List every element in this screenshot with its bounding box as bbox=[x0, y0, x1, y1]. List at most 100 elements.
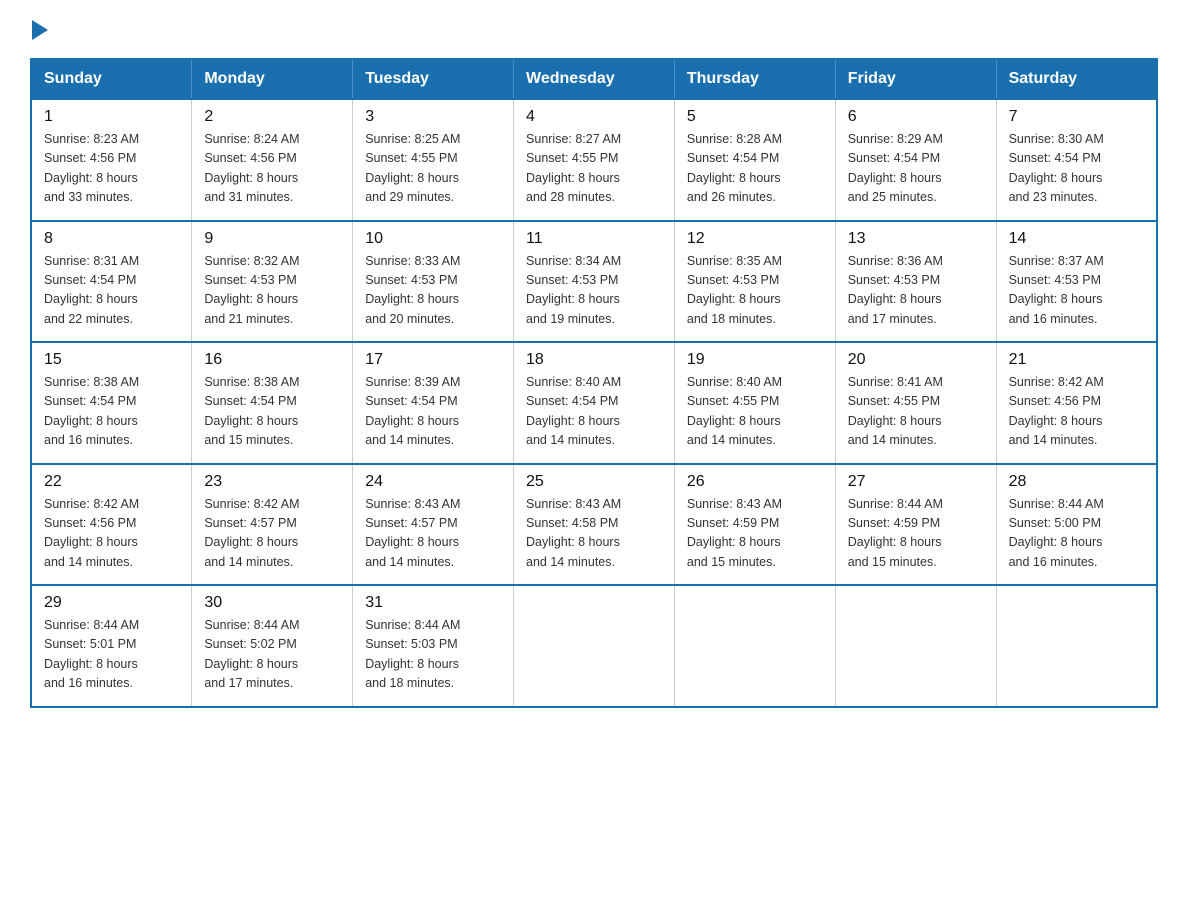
day-detail: Sunrise: 8:27 AMSunset: 4:55 PMDaylight:… bbox=[526, 130, 662, 208]
day-detail: Sunrise: 8:43 AMSunset: 4:57 PMDaylight:… bbox=[365, 495, 501, 573]
day-detail: Sunrise: 8:43 AMSunset: 4:59 PMDaylight:… bbox=[687, 495, 823, 573]
day-number: 16 bbox=[204, 351, 340, 369]
day-number: 31 bbox=[365, 594, 501, 612]
calendar-cell: 12 Sunrise: 8:35 AMSunset: 4:53 PMDayligh… bbox=[674, 221, 835, 343]
day-detail: Sunrise: 8:41 AMSunset: 4:55 PMDaylight:… bbox=[848, 373, 984, 451]
day-number: 9 bbox=[204, 230, 340, 248]
header-monday: Monday bbox=[192, 59, 353, 99]
calendar-cell: 30Sunrise: 8:44 AMSunset: 5:02 PMDayligh… bbox=[192, 585, 353, 707]
calendar-cell: 14 Sunrise: 8:37 AMSunset: 4:53 PMDayligh… bbox=[996, 221, 1157, 343]
day-detail: Sunrise: 8:25 AMSunset: 4:55 PMDaylight:… bbox=[365, 130, 501, 208]
calendar-cell: 9 Sunrise: 8:32 AMSunset: 4:53 PMDaylight… bbox=[192, 221, 353, 343]
calendar-cell bbox=[674, 585, 835, 707]
day-number: 3 bbox=[365, 108, 501, 126]
day-number: 11 bbox=[526, 230, 662, 248]
calendar-cell bbox=[996, 585, 1157, 707]
header-tuesday: Tuesday bbox=[353, 59, 514, 99]
day-detail: Sunrise: 8:29 AMSunset: 4:54 PMDaylight:… bbox=[848, 130, 984, 208]
calendar-cell: 28 Sunrise: 8:44 AMSunset: 5:00 PMDayligh… bbox=[996, 464, 1157, 586]
day-detail: Sunrise: 8:44 AMSunset: 5:00 PMDaylight:… bbox=[1009, 495, 1144, 573]
calendar-cell: 7Sunrise: 8:30 AMSunset: 4:54 PMDaylight… bbox=[996, 99, 1157, 221]
calendar-cell: 26 Sunrise: 8:43 AMSunset: 4:59 PMDayligh… bbox=[674, 464, 835, 586]
day-detail: Sunrise: 8:42 AMSunset: 4:56 PMDaylight:… bbox=[1009, 373, 1144, 451]
day-detail: Sunrise: 8:38 AMSunset: 4:54 PMDaylight:… bbox=[44, 373, 179, 451]
calendar-week-2: 8Sunrise: 8:31 AMSunset: 4:54 PMDaylight… bbox=[31, 221, 1157, 343]
calendar-cell: 17Sunrise: 8:39 AMSunset: 4:54 PMDayligh… bbox=[353, 342, 514, 464]
day-detail: Sunrise: 8:42 AMSunset: 4:56 PMDaylight:… bbox=[44, 495, 179, 573]
calendar-week-5: 29 Sunrise: 8:44 AMSunset: 5:01 PMDayligh… bbox=[31, 585, 1157, 707]
header-wednesday: Wednesday bbox=[514, 59, 675, 99]
day-detail: Sunrise: 8:44 AMSunset: 4:59 PMDaylight:… bbox=[848, 495, 984, 573]
calendar-week-3: 15 Sunrise: 8:38 AMSunset: 4:54 PMDayligh… bbox=[31, 342, 1157, 464]
day-detail: Sunrise: 8:38 AMSunset: 4:54 PMDaylight:… bbox=[204, 373, 340, 451]
day-number: 28 bbox=[1009, 473, 1144, 491]
calendar-cell: 5Sunrise: 8:28 AMSunset: 4:54 PMDaylight… bbox=[674, 99, 835, 221]
day-number: 26 bbox=[687, 473, 823, 491]
day-number: 25 bbox=[526, 473, 662, 491]
calendar-cell: 21 Sunrise: 8:42 AMSunset: 4:56 PMDayligh… bbox=[996, 342, 1157, 464]
calendar-cell: 3 Sunrise: 8:25 AMSunset: 4:55 PMDaylight… bbox=[353, 99, 514, 221]
calendar-cell: 16 Sunrise: 8:38 AMSunset: 4:54 PMDayligh… bbox=[192, 342, 353, 464]
day-detail: Sunrise: 8:39 AMSunset: 4:54 PMDaylight:… bbox=[365, 373, 501, 451]
day-number: 2 bbox=[204, 108, 340, 126]
header-sunday: Sunday bbox=[31, 59, 192, 99]
calendar-table: SundayMondayTuesdayWednesdayThursdayFrid… bbox=[30, 58, 1158, 708]
day-number: 6 bbox=[848, 108, 984, 126]
day-number: 14 bbox=[1009, 230, 1144, 248]
day-number: 18 bbox=[526, 351, 662, 369]
day-number: 27 bbox=[848, 473, 984, 491]
day-detail: Sunrise: 8:40 AMSunset: 4:55 PMDaylight:… bbox=[687, 373, 823, 451]
calendar-cell bbox=[514, 585, 675, 707]
calendar-cell: 27 Sunrise: 8:44 AMSunset: 4:59 PMDayligh… bbox=[835, 464, 996, 586]
day-detail: Sunrise: 8:44 AMSunset: 5:01 PMDaylight:… bbox=[44, 616, 179, 694]
header-friday: Friday bbox=[835, 59, 996, 99]
calendar-cell: 10 Sunrise: 8:33 AMSunset: 4:53 PMDayligh… bbox=[353, 221, 514, 343]
day-detail: Sunrise: 8:36 AMSunset: 4:53 PMDaylight:… bbox=[848, 252, 984, 330]
calendar-cell: 22 Sunrise: 8:42 AMSunset: 4:56 PMDayligh… bbox=[31, 464, 192, 586]
day-detail: Sunrise: 8:35 AMSunset: 4:53 PMDaylight:… bbox=[687, 252, 823, 330]
calendar-cell: 24 Sunrise: 8:43 AMSunset: 4:57 PMDayligh… bbox=[353, 464, 514, 586]
calendar-cell: 20 Sunrise: 8:41 AMSunset: 4:55 PMDayligh… bbox=[835, 342, 996, 464]
day-detail: Sunrise: 8:24 AMSunset: 4:56 PMDaylight:… bbox=[204, 130, 340, 208]
day-number: 30 bbox=[204, 594, 340, 612]
day-number: 8 bbox=[44, 230, 179, 248]
day-number: 12 bbox=[687, 230, 823, 248]
calendar-cell: 18 Sunrise: 8:40 AMSunset: 4:54 PMDayligh… bbox=[514, 342, 675, 464]
calendar-cell: 6 Sunrise: 8:29 AMSunset: 4:54 PMDaylight… bbox=[835, 99, 996, 221]
day-number: 4 bbox=[526, 108, 662, 126]
day-number: 22 bbox=[44, 473, 179, 491]
day-number: 10 bbox=[365, 230, 501, 248]
day-number: 21 bbox=[1009, 351, 1144, 369]
day-number: 5 bbox=[687, 108, 823, 126]
day-detail: Sunrise: 8:44 AMSunset: 5:03 PMDaylight:… bbox=[365, 616, 501, 694]
calendar-cell: 11Sunrise: 8:34 AMSunset: 4:53 PMDayligh… bbox=[514, 221, 675, 343]
day-detail: Sunrise: 8:37 AMSunset: 4:53 PMDaylight:… bbox=[1009, 252, 1144, 330]
calendar-cell: 4 Sunrise: 8:27 AMSunset: 4:55 PMDaylight… bbox=[514, 99, 675, 221]
calendar-cell: 8Sunrise: 8:31 AMSunset: 4:54 PMDaylight… bbox=[31, 221, 192, 343]
calendar-cell: 15 Sunrise: 8:38 AMSunset: 4:54 PMDayligh… bbox=[31, 342, 192, 464]
day-detail: Sunrise: 8:33 AMSunset: 4:53 PMDaylight:… bbox=[365, 252, 501, 330]
calendar-cell: 13Sunrise: 8:36 AMSunset: 4:53 PMDayligh… bbox=[835, 221, 996, 343]
logo-arrow-icon bbox=[32, 20, 48, 40]
calendar-cell: 29 Sunrise: 8:44 AMSunset: 5:01 PMDayligh… bbox=[31, 585, 192, 707]
day-number: 20 bbox=[848, 351, 984, 369]
day-detail: Sunrise: 8:43 AMSunset: 4:58 PMDaylight:… bbox=[526, 495, 662, 573]
calendar-cell bbox=[835, 585, 996, 707]
calendar-cell: 31 Sunrise: 8:44 AMSunset: 5:03 PMDayligh… bbox=[353, 585, 514, 707]
calendar-cell: 1 Sunrise: 8:23 AMSunset: 4:56 PMDaylight… bbox=[31, 99, 192, 221]
day-number: 15 bbox=[44, 351, 179, 369]
header-thursday: Thursday bbox=[674, 59, 835, 99]
day-number: 29 bbox=[44, 594, 179, 612]
header-saturday: Saturday bbox=[996, 59, 1157, 99]
day-number: 1 bbox=[44, 108, 179, 126]
day-detail: Sunrise: 8:23 AMSunset: 4:56 PMDaylight:… bbox=[44, 130, 179, 208]
calendar-week-4: 22 Sunrise: 8:42 AMSunset: 4:56 PMDayligh… bbox=[31, 464, 1157, 586]
calendar-cell: 23Sunrise: 8:42 AMSunset: 4:57 PMDayligh… bbox=[192, 464, 353, 586]
day-detail: Sunrise: 8:30 AMSunset: 4:54 PMDaylight:… bbox=[1009, 130, 1144, 208]
day-number: 24 bbox=[365, 473, 501, 491]
day-detail: Sunrise: 8:40 AMSunset: 4:54 PMDaylight:… bbox=[526, 373, 662, 451]
day-number: 23 bbox=[204, 473, 340, 491]
day-detail: Sunrise: 8:32 AMSunset: 4:53 PMDaylight:… bbox=[204, 252, 340, 330]
calendar-cell: 19Sunrise: 8:40 AMSunset: 4:55 PMDayligh… bbox=[674, 342, 835, 464]
page-header bbox=[30, 20, 1158, 40]
